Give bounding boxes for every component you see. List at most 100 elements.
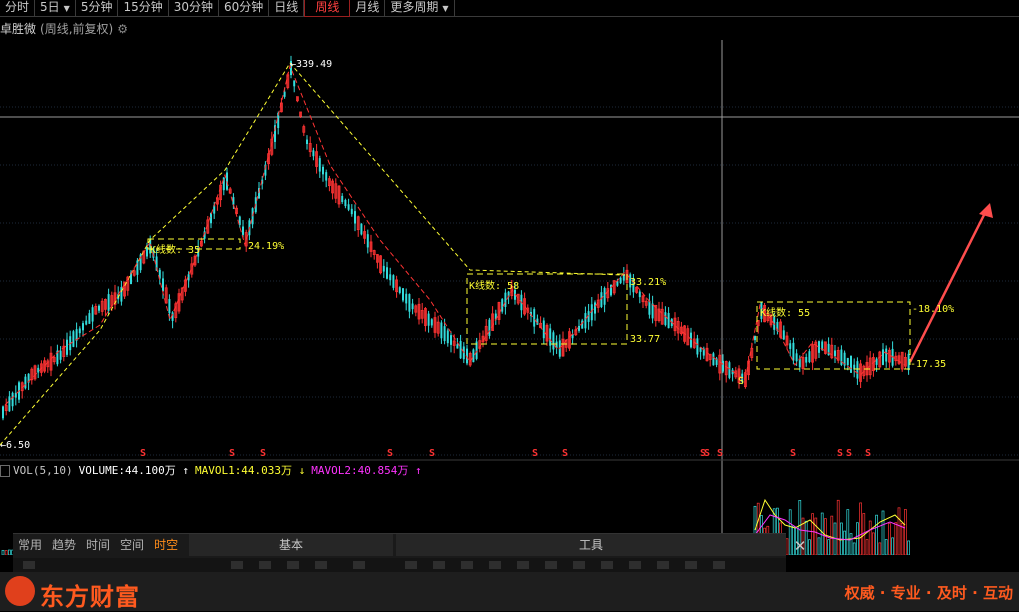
volume-bar: [888, 523, 891, 555]
tool-icon[interactable]: [23, 561, 35, 569]
tool-icon[interactable]: [601, 561, 613, 569]
signal-marker: S: [562, 448, 568, 459]
candle-body: [408, 294, 411, 312]
last-price-label: -17.35: [910, 359, 946, 370]
candle-body: [722, 360, 724, 372]
tool-icon[interactable]: [461, 561, 473, 569]
tool-icon[interactable]: [433, 561, 445, 569]
signal-markers: S S S S S S S SS S S S S SS: [140, 376, 871, 459]
volume-bar: [868, 520, 872, 555]
price-high-label: ←339.49: [290, 59, 332, 70]
period-tab-6[interactable]: 日线: [269, 0, 305, 16]
volume-bar: [827, 539, 830, 555]
period-tab-label: 更多周期: [390, 0, 439, 14]
candle-body: [664, 312, 667, 326]
kline-count-label: K线数: 35: [150, 243, 200, 256]
tool-icon[interactable]: [259, 561, 271, 569]
candle-body: [789, 343, 792, 349]
candle-body: [350, 208, 353, 215]
tool-icon[interactable]: [489, 561, 501, 569]
stock-name: 卓胜微: [0, 22, 37, 36]
candle-body: [856, 361, 859, 379]
vol-indicator-label[interactable]: VOL(5,10): [13, 464, 73, 477]
candle-body: [875, 358, 878, 365]
panel-tab-4[interactable]: 时空: [149, 534, 183, 556]
candle-body: [78, 328, 81, 334]
panel-tab-1[interactable]: 趋势: [47, 534, 81, 556]
volume-bar: [830, 515, 834, 555]
gear-icon[interactable]: ⚙: [117, 22, 128, 36]
tool-icon[interactable]: [685, 561, 697, 569]
tool-icon[interactable]: [231, 561, 243, 569]
tool-icon[interactable]: [545, 561, 557, 569]
candle-body: [389, 274, 392, 281]
candle-body: [638, 291, 641, 298]
volume-bar: [846, 509, 850, 555]
signal-marker: S: [837, 448, 843, 459]
mavol2-value: MAVOL2:40.854万: [311, 464, 409, 477]
panel-tab-3[interactable]: 空间: [115, 534, 149, 556]
period-tab-8[interactable]: 月线: [350, 0, 386, 16]
candle-body: [667, 312, 670, 329]
candle-body: [325, 172, 328, 181]
tool-icon[interactable]: [353, 561, 365, 569]
period-tab-5[interactable]: 60分钟: [219, 0, 270, 16]
volume-bar: [1, 549, 5, 555]
volume-bar: [852, 542, 856, 555]
candle-body: [549, 328, 552, 346]
candle-body: [402, 288, 404, 301]
candle-body: [293, 80, 296, 87]
tool-icon[interactable]: [287, 561, 299, 569]
tool-icon[interactable]: [713, 561, 725, 569]
brand-slogan: 权威 · 专业 · 及时 · 互动: [844, 584, 1013, 602]
tool-icon[interactable]: [405, 561, 417, 569]
tool-icon[interactable]: [657, 561, 669, 569]
period-tab-2[interactable]: 5分钟: [76, 0, 119, 16]
brand-logo-icon: [5, 576, 35, 606]
volume-bar: [843, 530, 846, 555]
indicator-toggle-box[interactable]: [0, 465, 10, 477]
pct-label: -18.10%: [912, 304, 954, 315]
panel-tab-2[interactable]: 时间: [81, 534, 115, 556]
candle-body: [882, 349, 884, 365]
candle-body: [805, 356, 808, 363]
candle-body: [37, 367, 40, 373]
candle-body: [850, 355, 852, 373]
period-tab-1[interactable]: 5日 ▼: [35, 0, 76, 16]
candle-body: [344, 199, 347, 207]
signal-marker: S: [790, 448, 796, 459]
volume-bar: [785, 538, 789, 555]
tool-icon[interactable]: [517, 561, 529, 569]
pct-label: 33.21%: [630, 277, 666, 288]
candle-body: [360, 223, 363, 235]
chevron-down-icon: ▼: [442, 4, 449, 13]
volume-value: VOLUME:44.100万: [78, 464, 176, 477]
candle-body: [382, 265, 385, 272]
panel-tab-0[interactable]: 常用: [13, 534, 47, 556]
close-panel-button[interactable]: ✕: [790, 536, 810, 556]
period-tab-3[interactable]: 15分钟: [118, 0, 169, 16]
chevron-down-icon: ▼: [63, 4, 70, 13]
kline-count-label: K线数: 55: [760, 306, 810, 319]
period-tab-label: 月线: [355, 0, 380, 14]
tool-icon[interactable]: [629, 561, 641, 569]
tool-icon[interactable]: [315, 561, 327, 569]
candle-body: [66, 339, 68, 355]
candle-body: [2, 406, 4, 419]
candle-body: [98, 305, 100, 311]
candle-body: [136, 260, 139, 275]
candle-body: [24, 376, 27, 389]
period-tab-0[interactable]: 分时: [0, 0, 36, 16]
period-tab-label: 周线: [315, 0, 340, 14]
tool-icon[interactable]: [573, 561, 585, 569]
signal-marker: S: [229, 448, 235, 459]
candle-body: [846, 357, 849, 366]
volume-bar: [859, 502, 862, 555]
period-tab-9[interactable]: 更多周期 ▼: [385, 0, 455, 16]
mavol1-value: MAVOL1:44.033万: [194, 464, 293, 477]
period-tab-7[interactable]: 周线: [304, 0, 351, 17]
volume-bar: [872, 532, 875, 555]
range-boxes: [147, 238, 911, 370]
period-tab-4[interactable]: 30分钟: [169, 0, 220, 16]
candles: [2, 55, 910, 421]
